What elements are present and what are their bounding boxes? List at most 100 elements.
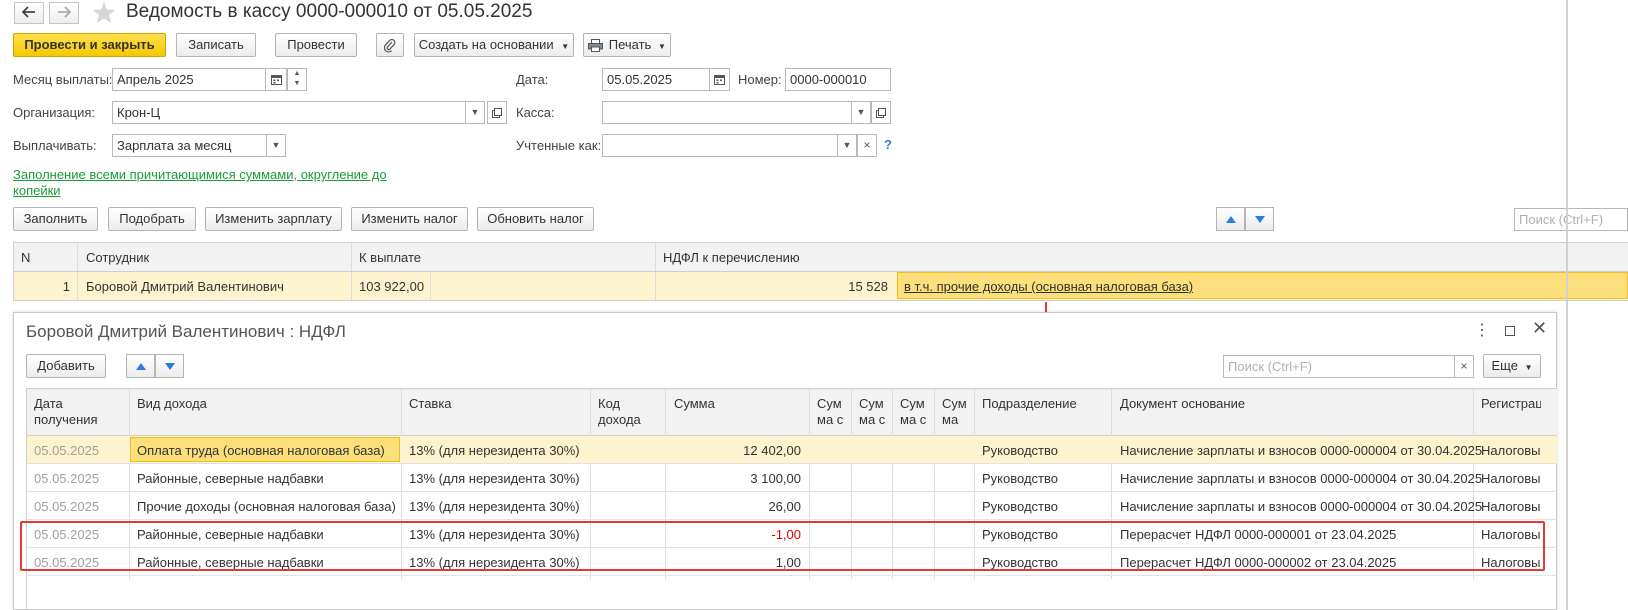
- col-kind[interactable]: Вид дохода: [137, 396, 207, 411]
- change-tax-button[interactable]: Изменить налог: [351, 207, 468, 231]
- organization-dropdown[interactable]: ▼: [465, 101, 485, 124]
- cell-kind: Прочие доходы (основная налоговая база): [137, 499, 396, 514]
- ndfl-cell: 15 528: [848, 279, 888, 294]
- save-button[interactable]: Записать: [176, 33, 256, 57]
- add-button[interactable]: Добавить: [26, 354, 106, 378]
- cell-rate: 13% (для нерезидента 30%): [409, 499, 580, 514]
- row-number: 1: [62, 279, 70, 294]
- cell-reg: Налоговый: [1481, 471, 1541, 486]
- subform-search-input[interactable]: Поиск (Ctrl+F): [1223, 355, 1455, 378]
- col-doc[interactable]: Документ основание: [1120, 396, 1245, 411]
- window-edge: [1566, 0, 1568, 610]
- fill-mode-link[interactable]: Заполнение всеми причитающимися суммами,…: [13, 167, 388, 199]
- subform-title: Боровой Дмитрий Валентинович : НДФЛ: [26, 322, 346, 341]
- month-field[interactable]: Апрель 2025: [112, 68, 266, 91]
- date-field[interactable]: 05.05.2025: [602, 68, 710, 91]
- col-sum-2[interactable]: Сум ма с: [859, 396, 889, 428]
- col-sum[interactable]: Сумма: [674, 396, 715, 411]
- col-sum-3[interactable]: Сум ма с: [900, 396, 930, 428]
- cell-kind: Оплата труда (основная налоговая база): [137, 443, 385, 458]
- cash-label: Касса:: [516, 105, 555, 120]
- date-calendar-button[interactable]: [709, 68, 730, 91]
- pay-label: Выплачивать:: [13, 138, 97, 153]
- dropdown-arrow-icon: ▼: [657, 42, 666, 51]
- move-up-button[interactable]: [1216, 207, 1245, 231]
- col-reg[interactable]: Регистрац: [1481, 396, 1541, 411]
- search-clear-button[interactable]: ×: [1454, 355, 1474, 378]
- maximize-icon[interactable]: [1505, 326, 1515, 336]
- calendar-icon: [270, 75, 282, 86]
- more-vertical-icon[interactable]: ⋮: [1474, 320, 1490, 340]
- print-button[interactable]: Печать ▼: [583, 33, 671, 57]
- create-based-on-label: Создать на основании: [418, 37, 554, 52]
- cash-open-button[interactable]: [871, 101, 891, 124]
- month-label: Месяц выплаты:: [13, 72, 113, 87]
- col-code[interactable]: Код дохода: [598, 396, 653, 428]
- sub-move-up-button[interactable]: [126, 354, 155, 378]
- pay-dropdown[interactable]: ▼: [266, 134, 286, 157]
- move-down-button[interactable]: [1245, 207, 1274, 231]
- back-button[interactable]: [14, 2, 44, 24]
- accounted-dropdown[interactable]: ▼: [837, 134, 857, 157]
- step-up-icon[interactable]: ▲: [288, 69, 306, 79]
- col-date[interactable]: Дата получения: [34, 396, 114, 428]
- cash-field[interactable]: [602, 101, 852, 124]
- ndfl-detail-link[interactable]: в т.ч. прочие доходы (основная налоговая…: [904, 279, 1193, 294]
- cell-dept: Руководство: [982, 499, 1058, 514]
- cell-dept: Руководство: [982, 443, 1058, 458]
- accounted-field[interactable]: [602, 134, 838, 157]
- create-based-on-button[interactable]: Создать на основании ▼: [414, 33, 574, 57]
- organization-open-button[interactable]: [487, 101, 507, 124]
- attach-button[interactable]: [376, 33, 404, 57]
- col-rate[interactable]: Ставка: [409, 396, 452, 411]
- close-icon[interactable]: ✕: [1532, 318, 1547, 339]
- cell-kind: Районные, северные надбавки: [137, 471, 324, 486]
- organization-field[interactable]: Крон-Ц: [112, 101, 466, 124]
- help-icon[interactable]: ?: [884, 137, 892, 152]
- step-down-icon[interactable]: ▼: [288, 79, 306, 89]
- open-form-icon: [492, 107, 502, 118]
- cash-dropdown[interactable]: ▼: [851, 101, 871, 124]
- col-sum-4[interactable]: Сум ма: [942, 396, 972, 428]
- highlight-box: [20, 521, 1545, 571]
- column-header-to-pay[interactable]: К выплате: [359, 250, 421, 265]
- accounted-clear-button[interactable]: ×: [857, 134, 877, 157]
- pick-button[interactable]: Подобрать: [108, 207, 196, 231]
- more-label: Еще: [1491, 358, 1518, 373]
- search-input[interactable]: Поиск (Ctrl+F): [1514, 208, 1628, 231]
- cell-doc: Начисление зарплаты и взносов 0000-00000…: [1120, 499, 1483, 514]
- dropdown-arrow-icon: ▼: [561, 42, 570, 51]
- page-title: Ведомость в кассу 0000-000010 от 05.05.2…: [126, 1, 533, 22]
- column-header-n[interactable]: N: [21, 250, 30, 265]
- number-label: Номер:: [738, 72, 782, 87]
- employee-cell: Боровой Дмитрий Валентинович: [86, 279, 284, 294]
- change-salary-button[interactable]: Изменить зарплату: [205, 207, 342, 231]
- post-and-close-button[interactable]: Провести и закрыть: [13, 33, 166, 57]
- calendar-button[interactable]: [265, 68, 287, 91]
- sub-move-down-button[interactable]: [155, 354, 184, 378]
- col-dept[interactable]: Подразделение: [982, 396, 1077, 411]
- open-form-icon: [876, 107, 886, 118]
- cell-sum: 12 402,00: [743, 443, 801, 458]
- column-header-employee[interactable]: Сотрудник: [86, 250, 149, 265]
- col-sum-1[interactable]: Сум ма с: [817, 396, 847, 428]
- post-button[interactable]: Провести: [275, 33, 357, 57]
- fill-button[interactable]: Заполнить: [13, 207, 98, 231]
- dropdown-arrow-icon: ▼: [1524, 363, 1533, 372]
- cell-doc: Начисление зарплаты и взносов 0000-00000…: [1120, 443, 1483, 458]
- cell-doc: Начисление зарплаты и взносов 0000-00000…: [1120, 471, 1483, 486]
- number-field[interactable]: 0000-000010: [785, 68, 891, 91]
- organization-label: Организация:: [13, 105, 96, 120]
- cell-date: 05.05.2025: [34, 499, 100, 514]
- pay-field[interactable]: Зарплата за месяц: [112, 134, 267, 157]
- cell-dept: Руководство: [982, 471, 1058, 486]
- refresh-tax-button[interactable]: Обновить налог: [477, 207, 594, 231]
- favorite-star-icon[interactable]: [92, 1, 118, 25]
- to-pay-cell: 103 922,00: [359, 279, 425, 294]
- column-header-ndfl[interactable]: НДФЛ к перечислению: [663, 250, 800, 265]
- more-button[interactable]: Еще ▼: [1483, 354, 1541, 378]
- month-stepper[interactable]: ▲ ▼: [287, 68, 307, 91]
- forward-button[interactable]: [49, 2, 79, 24]
- cell-date: 05.05.2025: [34, 443, 100, 458]
- print-label: Печать: [608, 37, 652, 52]
